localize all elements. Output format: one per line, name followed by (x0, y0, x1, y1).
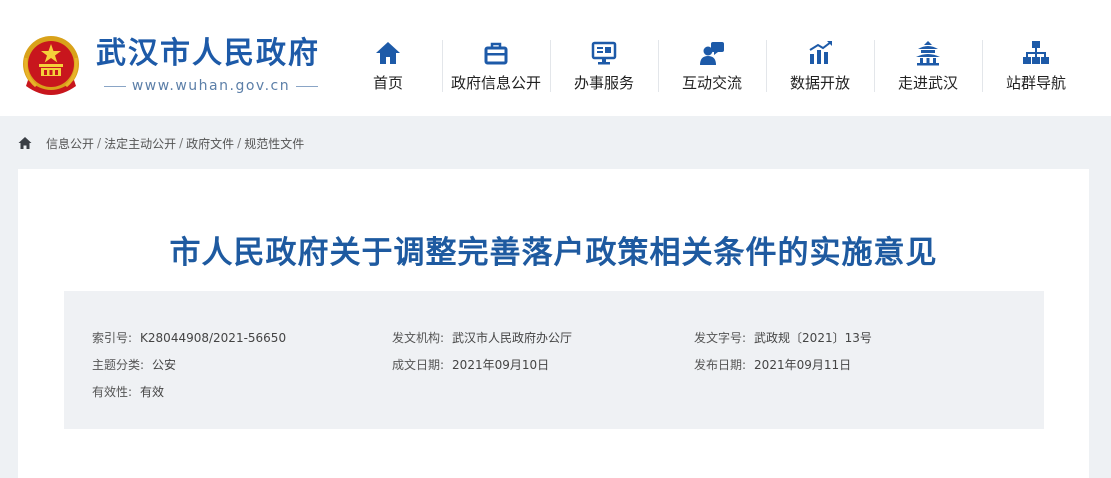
chat-user-icon (700, 42, 724, 65)
meta-label: 发文机构: (392, 331, 445, 345)
breadcrumb-separator: / (97, 136, 102, 150)
nav-item-about-wuhan[interactable]: 走进武汉 (874, 38, 982, 98)
meta-category: 主题分类: 公安 (92, 356, 176, 373)
main-nav: 首页 政府信息公开 办事服务 互动交流 数据开放 走进武汉 站群导航 (334, 38, 1090, 98)
article-title: 市人民政府关于调整完善落户政策相关条件的实施意见 (169, 235, 938, 271)
meta-index-no: 索引号: K28044908/2021-56650 (92, 329, 286, 346)
nav-label: 走进武汉 (897, 74, 958, 92)
nav-item-gov-info[interactable]: 政府信息公开 (442, 38, 550, 98)
breadcrumb-separator: / (237, 136, 242, 150)
nav-item-open-data[interactable]: 数据开放 (766, 38, 874, 98)
meta-label: 发文字号: (694, 331, 747, 345)
nav-label: 数据开放 (789, 74, 850, 92)
nav-item-home[interactable]: 首页 (334, 38, 442, 98)
meta-issuer: 发文机构: 武汉市人民政府办公厅 (392, 329, 572, 346)
meta-label: 成文日期: (392, 358, 445, 372)
meta-label: 发布日期: (694, 358, 747, 372)
breadcrumb-item-statutory-disclosure[interactable]: 法定主动公开 (104, 135, 176, 152)
nav-label: 办事服务 (573, 74, 634, 92)
nav-label: 互动交流 (681, 74, 742, 92)
breadcrumb-item-normative-documents[interactable]: 规范性文件 (244, 135, 304, 152)
bar-chart-icon (809, 41, 832, 64)
nav-label: 站群导航 (1005, 74, 1066, 92)
briefcase-icon (484, 42, 508, 65)
nav-label: 首页 (372, 74, 403, 92)
home-icon[interactable] (18, 136, 32, 150)
breadcrumb-separator: / (179, 136, 184, 150)
pavilion-icon (916, 41, 940, 66)
meta-value: 武政规〔2021〕13号 (754, 331, 872, 345)
meta-label: 主题分类: (92, 358, 145, 372)
url-right-dash (296, 85, 319, 87)
site-url-text: www.wuhan.gov.cn (131, 78, 291, 94)
home-icon (376, 42, 400, 64)
sitemap-icon (1023, 41, 1049, 64)
meta-value: 2021年09月10日 (452, 358, 550, 372)
article-panel: 市人民政府关于调整完善落户政策相关条件的实施意见 索引号: K28044908/2… (18, 169, 1089, 478)
meta-value: 武汉市人民政府办公厅 (452, 331, 573, 345)
meta-label: 索引号: (92, 331, 133, 345)
nav-item-sitemap[interactable]: 站群导航 (982, 38, 1090, 98)
meta-publish-date: 发布日期: 2021年09月11日 (694, 356, 851, 373)
breadcrumb-item-info-disclosure[interactable]: 信息公开 (46, 135, 94, 152)
meta-value: 公安 (152, 358, 177, 372)
nav-label: 政府信息公开 (450, 74, 541, 92)
meta-validity: 有效性: 有效 (92, 383, 164, 400)
breadcrumb-item-gov-documents[interactable]: 政府文件 (186, 135, 234, 152)
meta-value: 有效 (140, 385, 165, 399)
site-url: www.wuhan.gov.cn (96, 78, 326, 94)
site-header: 武汉市人民政府 www.wuhan.gov.cn 首页 政府信息公开 办事服务 … (0, 0, 1111, 116)
meta-doc-no: 发文字号: 武政规〔2021〕13号 (694, 329, 872, 346)
site-name[interactable]: 武汉市人民政府 (96, 36, 320, 72)
meta-value: K28044908/2021-56650 (140, 331, 287, 345)
national-emblem-icon[interactable] (20, 34, 82, 98)
url-left-dash (103, 85, 126, 87)
monitor-icon (591, 41, 617, 65)
nav-item-services[interactable]: 办事服务 (550, 38, 658, 98)
nav-item-interaction[interactable]: 互动交流 (658, 38, 766, 98)
meta-written-date: 成文日期: 2021年09月10日 (392, 356, 549, 373)
breadcrumb: 信息公开 / 法定主动公开 / 政府文件 / 规范性文件 (18, 134, 304, 152)
meta-label: 有效性: (92, 385, 133, 399)
meta-value: 2021年09月11日 (754, 358, 852, 372)
document-meta-panel: 索引号: K28044908/2021-56650 发文机构: 武汉市人民政府办公厅… (64, 291, 1044, 429)
